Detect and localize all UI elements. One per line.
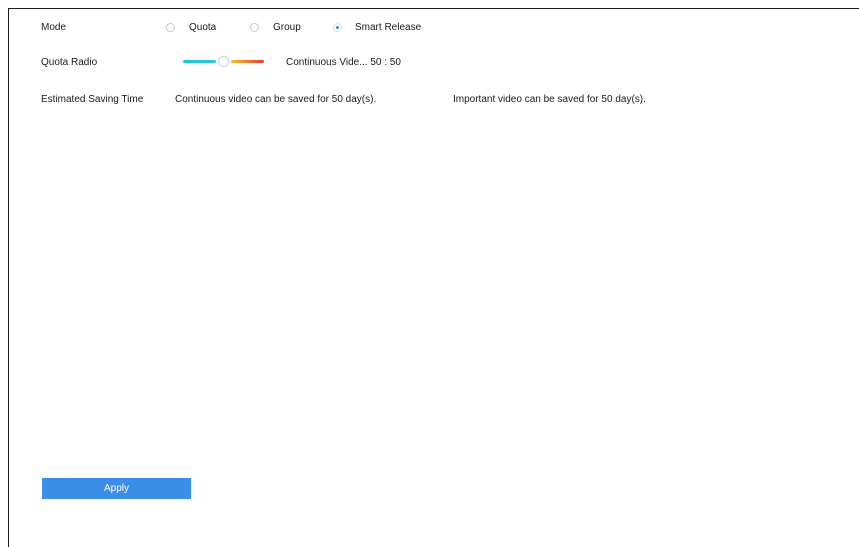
continuous-video-saving-text: Continuous video can be saved for 50 day… — [175, 94, 377, 105]
mode-label: Mode — [41, 22, 67, 33]
quota-ratio-slider[interactable] — [183, 56, 264, 68]
apply-button[interactable]: Apply — [42, 478, 191, 499]
group-option-label[interactable]: Group — [273, 22, 301, 33]
slider-thumb[interactable] — [218, 56, 229, 67]
group-radio-button[interactable] — [250, 23, 259, 32]
estimated-saving-time-label: Estimated Saving Time — [41, 94, 144, 105]
smart-release-radio-button[interactable] — [333, 23, 342, 32]
slider-track-continuous — [183, 60, 216, 63]
quota-option-label[interactable]: Quota — [189, 22, 216, 33]
quota-radio-button[interactable] — [166, 23, 175, 32]
settings-panel — [8, 8, 859, 547]
important-video-saving-text: Important video can be saved for 50 day(… — [453, 94, 646, 105]
quota-ratio-value: Continuous Vide... 50 : 50 — [286, 57, 401, 68]
slider-track-important — [231, 60, 264, 63]
smart-release-option-label[interactable]: Smart Release — [355, 22, 421, 33]
quota-radio-label: Quota Radio — [41, 57, 98, 68]
